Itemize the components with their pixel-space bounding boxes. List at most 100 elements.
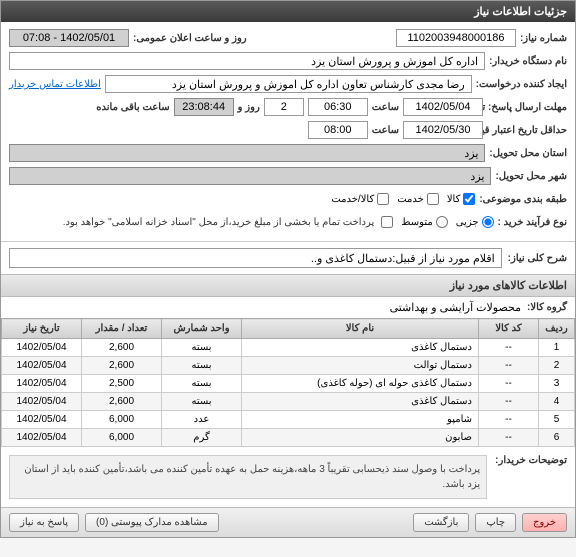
cell-name: دستمال کاغذی bbox=[242, 393, 479, 411]
deadline-label: مهلت ارسال پاسخ: تا تاریخ: bbox=[487, 102, 567, 113]
th-date: تاریخ نیاز bbox=[2, 319, 82, 339]
table-row[interactable]: 6--صابونگرم6,0001402/05/04 bbox=[2, 429, 575, 447]
cell-unit: بسته bbox=[162, 393, 242, 411]
cell-row: 5 bbox=[539, 411, 575, 429]
cat-goods-service-label: کالا/خدمت bbox=[331, 194, 374, 205]
buyer-desc-text: پرداخت با وصول سند ذیحسابی تقریباً 3 ماه… bbox=[9, 455, 487, 499]
cell-unit: عدد bbox=[162, 411, 242, 429]
process-group: جزیی متوسط پرداخت تمام یا بخشی از مبلغ خ… bbox=[63, 216, 494, 228]
cell-date: 1402/05/04 bbox=[2, 411, 82, 429]
cell-date: 1402/05/04 bbox=[2, 429, 82, 447]
cat-goods-service-item[interactable]: کالا/خدمت bbox=[331, 193, 389, 205]
proc-medium-item[interactable]: متوسط bbox=[401, 216, 447, 228]
cell-unit: گرم bbox=[162, 429, 242, 447]
table-row[interactable]: 5--شامپوعدد6,0001402/05/04 bbox=[2, 411, 575, 429]
cell-row: 3 bbox=[539, 375, 575, 393]
cell-date: 1402/05/04 bbox=[2, 375, 82, 393]
reply-button[interactable]: پاسخ به نیاز bbox=[9, 513, 79, 532]
exit-button[interactable]: خروج bbox=[522, 513, 567, 532]
province-field: یزد bbox=[9, 144, 485, 162]
cell-code: -- bbox=[479, 357, 539, 375]
bottom-bar: خروج چاپ بازگشت مشاهده مدارک پیوستی (0) … bbox=[1, 507, 575, 537]
reply-label: پاسخ به نیاز bbox=[20, 517, 68, 528]
table-row[interactable]: 4--دستمال کاغذیبسته2,6001402/05/04 bbox=[2, 393, 575, 411]
return-button[interactable]: بازگشت bbox=[413, 513, 469, 532]
exit-label: خروج bbox=[533, 517, 556, 528]
cell-name: صابون bbox=[242, 429, 479, 447]
proc-partial-label: جزیی bbox=[456, 217, 479, 228]
cat-service-item[interactable]: خدمت bbox=[397, 193, 439, 205]
days-label: روز و bbox=[238, 102, 260, 113]
th-qty: تعداد / مقدار bbox=[82, 319, 162, 339]
cat-goods-label: کالا bbox=[447, 194, 461, 205]
window-title: جزئیات اطلاعات نیاز bbox=[474, 6, 567, 18]
table-row[interactable]: 2--دستمال توالتبسته2,6001402/05/04 bbox=[2, 357, 575, 375]
print-button[interactable]: چاپ bbox=[475, 513, 516, 532]
cell-code: -- bbox=[479, 393, 539, 411]
desc-field[interactable] bbox=[9, 248, 502, 268]
cell-name: دستمال کاغذی bbox=[242, 339, 479, 357]
cell-row: 6 bbox=[539, 429, 575, 447]
cell-name: شامپو bbox=[242, 411, 479, 429]
process-label: نوع فرآیند خرید : bbox=[498, 217, 567, 228]
announce-field: 1402/05/01 - 07:08 bbox=[9, 29, 129, 47]
proc-note-checkbox[interactable] bbox=[381, 216, 393, 228]
attachments-button[interactable]: مشاهده مدارک پیوستی (0) bbox=[85, 513, 219, 532]
cell-qty: 2,500 bbox=[82, 375, 162, 393]
group-row: گروه کالا: محصولات آرایشی و بهداشتی bbox=[1, 297, 575, 318]
cat-goods-service-checkbox[interactable] bbox=[377, 193, 389, 205]
days-value-field: 2 bbox=[264, 98, 304, 116]
row-buyer-org: نام دستگاه خریدار: اداره کل اموزش و پرور… bbox=[9, 51, 567, 71]
return-label: بازگشت bbox=[424, 517, 458, 528]
row-need-number: شماره نیاز: 1102003948000186 روز و ساعت … bbox=[9, 28, 567, 48]
buyer-org-label: نام دستگاه خریدار: bbox=[489, 56, 567, 67]
group-label: گروه کالا: bbox=[527, 302, 567, 313]
items-section-header: اطلاعات کالاهای مورد نیاز bbox=[1, 274, 575, 297]
time-label-2: ساعت bbox=[372, 125, 399, 136]
group-value: محصولات آرایشی و بهداشتی bbox=[390, 301, 521, 314]
category-group: کالا خدمت کالا/خدمت bbox=[331, 193, 475, 205]
desc-label: شرح کلی نیاز: bbox=[508, 253, 567, 264]
row-province: استان محل تحویل: یزد bbox=[9, 143, 567, 163]
cell-qty: 2,600 bbox=[82, 357, 162, 375]
cat-service-label: خدمت bbox=[397, 194, 424, 205]
cell-code: -- bbox=[479, 339, 539, 357]
cell-qty: 2,600 bbox=[82, 393, 162, 411]
contact-link[interactable]: اطلاعات تماس خریدار bbox=[9, 79, 101, 90]
cell-date: 1402/05/04 bbox=[2, 339, 82, 357]
proc-partial-item[interactable]: جزیی bbox=[456, 216, 494, 228]
form-section: شماره نیاز: 1102003948000186 روز و ساعت … bbox=[1, 22, 575, 241]
table-row[interactable]: 3--دستمال کاغذی حوله ای (حوله کاغذی)بسته… bbox=[2, 375, 575, 393]
validity-date-field: 1402/05/30 bbox=[403, 121, 483, 139]
cat-goods-item[interactable]: کالا bbox=[447, 193, 476, 205]
time-label-1: ساعت bbox=[372, 102, 399, 113]
creator-field: رضا مجدی کارشناس تعاون اداره کل اموزش و … bbox=[105, 75, 472, 93]
remain-label: ساعت باقی مانده bbox=[96, 102, 169, 113]
row-deadline: مهلت ارسال پاسخ: تا تاریخ: 1402/05/04 سا… bbox=[9, 97, 567, 117]
validity-label: حداقل تاریخ اعتبار قیمت: تا تاریخ: bbox=[487, 125, 567, 136]
items-table: ردیف کد کالا نام کالا واحد شمارش تعداد /… bbox=[1, 318, 575, 447]
announce-label: روز و ساعت اعلان عمومی: bbox=[133, 33, 247, 44]
proc-note-text: پرداخت تمام یا بخشی از مبلغ خرید،از محل … bbox=[63, 217, 375, 228]
cell-code: -- bbox=[479, 375, 539, 393]
items-tbody: 1--دستمال کاغذیبسته2,6001402/05/042--دست… bbox=[2, 339, 575, 447]
th-unit: واحد شمارش bbox=[162, 319, 242, 339]
remain-time-field: 23:08:44 bbox=[174, 98, 234, 116]
deadline-time-field: 06:30 bbox=[308, 98, 368, 116]
proc-partial-radio[interactable] bbox=[482, 216, 494, 228]
cell-date: 1402/05/04 bbox=[2, 357, 82, 375]
cat-service-checkbox[interactable] bbox=[427, 193, 439, 205]
buyer-desc-label: توضیحات خریدار: bbox=[495, 455, 567, 466]
proc-medium-radio[interactable] bbox=[436, 216, 448, 228]
title-bar: جزئیات اطلاعات نیاز bbox=[1, 1, 575, 22]
category-label: طبقه بندی موضوعی: bbox=[479, 194, 567, 205]
row-category: طبقه بندی موضوعی: کالا خدمت کالا/خدمت bbox=[9, 189, 567, 209]
cat-goods-checkbox[interactable] bbox=[463, 193, 475, 205]
cell-qty: 6,000 bbox=[82, 411, 162, 429]
cell-unit: بسته bbox=[162, 339, 242, 357]
cell-row: 4 bbox=[539, 393, 575, 411]
th-code: کد کالا bbox=[479, 319, 539, 339]
creator-label: ایجاد کننده درخواست: bbox=[476, 79, 567, 90]
table-row[interactable]: 1--دستمال کاغذیبسته2,6001402/05/04 bbox=[2, 339, 575, 357]
cell-row: 2 bbox=[539, 357, 575, 375]
